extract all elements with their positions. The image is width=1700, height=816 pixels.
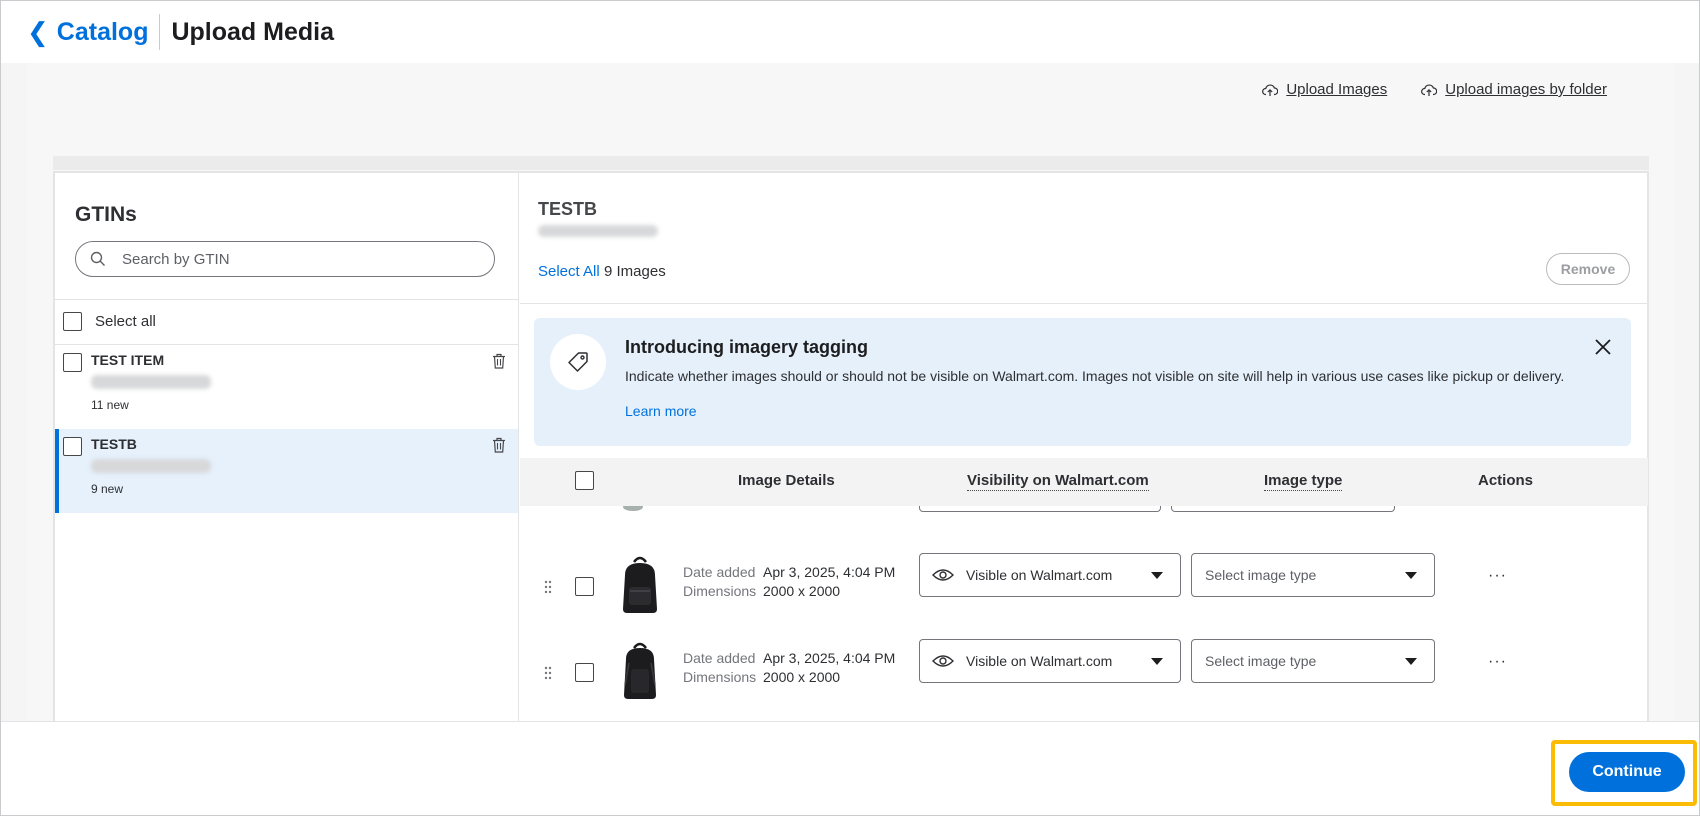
content-area: Upload Images Upload images by folder GT… <box>27 63 1675 733</box>
more-actions-icon[interactable]: ··· <box>1488 567 1508 584</box>
gtin-number-redacted <box>91 459 211 473</box>
image-count: 9 Images <box>604 263 666 280</box>
upload-media-page: ❮ Catalog Upload Media Upload Images Upl… <box>0 0 1700 816</box>
cloud-upload-icon <box>1421 83 1438 96</box>
banner-title: Introducing imagery tagging <box>625 337 869 357</box>
trash-icon[interactable] <box>492 353 506 369</box>
continue-button[interactable]: Continue <box>1569 752 1685 792</box>
gtin-item-name: TEST ITEM <box>91 352 165 368</box>
image-row: Date added Apr 3, 2025, 4:04 PM Dimensio… <box>520 553 1648 639</box>
select-all-images-link[interactable]: Select All <box>538 263 600 280</box>
divider <box>55 299 518 300</box>
backpack-thumbnail <box>624 642 656 699</box>
caret-down-icon <box>1405 571 1417 579</box>
date-added-label: Date added <box>683 650 756 666</box>
gtin-item[interactable]: TEST ITEM 11 new <box>55 345 518 429</box>
dimensions-label: Dimensions <box>683 669 757 685</box>
upload-actions: Upload Images Upload images by folder <box>1262 81 1607 98</box>
upload-folder-link[interactable]: Upload images by folder <box>1421 81 1607 98</box>
row-checkbox[interactable] <box>575 663 594 682</box>
upload-images-label: Upload Images <box>1286 81 1388 98</box>
visibility-dropdown[interactable]: Visible on Walmart.com <box>919 553 1181 597</box>
image-rows: Date added Apr 3, 2025, 4:04 PM Dimensio… <box>520 506 1648 733</box>
gtin-search-input[interactable] <box>122 250 462 268</box>
chevron-left-icon: ❮ <box>27 17 49 47</box>
gtin-item-checkbox[interactable] <box>63 353 82 372</box>
visibility-dropdown[interactable]: Visible on Walmart.com <box>919 639 1181 683</box>
page-title: Upload Media <box>171 17 334 46</box>
tag-icon <box>568 352 588 372</box>
date-added-label: Date added <box>683 564 756 580</box>
close-icon[interactable] <box>1593 337 1613 357</box>
item-title: TESTB <box>538 199 598 219</box>
dimensions-value: 2000 x 2000 <box>763 583 841 599</box>
drag-handle-icon[interactable] <box>543 666 553 680</box>
image-row: Date added Apr 3, 2025, 4:04 PM Dimensio… <box>520 639 1648 725</box>
dimensions-value: 2000 x 2000 <box>763 669 841 685</box>
back-label: Catalog <box>56 17 149 46</box>
main-area: Upload Images Upload images by folder GT… <box>1 63 1699 733</box>
select-all-label: Select all <box>95 313 156 330</box>
gtin-sidebar: GTINs Select all TEST ITEM <box>55 173 519 733</box>
upload-folder-label: Upload images by folder <box>1445 81 1607 98</box>
column-header-actions: Actions <box>1478 472 1534 489</box>
table-header: Image Details Visibility on Walmart.com … <box>520 458 1648 506</box>
column-header-image-details: Image Details <box>738 472 835 489</box>
gtin-item-name: TESTB <box>91 436 137 452</box>
date-added-value: Apr 3, 2025, 4:04 PM <box>763 564 896 580</box>
visibility-value: Visible on Walmart.com <box>966 653 1113 669</box>
header-divider <box>159 14 161 50</box>
image-type-dropdown[interactable]: Select image type <box>1191 553 1435 597</box>
partial-thumbnail <box>623 506 643 511</box>
caret-down-icon <box>1151 571 1163 579</box>
image-type-placeholder: Select image type <box>1205 653 1317 669</box>
image-type-placeholder: Select image type <box>1205 567 1317 583</box>
eye-icon <box>932 569 954 581</box>
partial-visibility-dropdown <box>919 506 1161 512</box>
banner-text: Indicate whether images should or should… <box>625 368 1565 384</box>
item-gtin-redacted <box>538 225 658 237</box>
gtin-item-selected[interactable]: TESTB 9 new <box>55 429 518 513</box>
trash-icon[interactable] <box>492 437 506 453</box>
gtin-search <box>75 241 495 277</box>
cloud-upload-icon <box>1262 83 1279 96</box>
page-footer: Continue <box>1 721 1699 815</box>
column-header-image-type[interactable]: Image type <box>1264 472 1343 491</box>
page-header: ❮ Catalog Upload Media <box>1 1 1699 63</box>
column-header-visibility[interactable]: Visibility on Walmart.com <box>967 472 1149 491</box>
gtin-number-redacted <box>91 375 211 389</box>
backpack-thumbnail <box>623 556 657 613</box>
image-panel: TESTB Select All 9 Images Remove Introdu… <box>520 173 1648 733</box>
gtin-item-checkbox[interactable] <box>63 437 82 456</box>
panel-top-strip <box>53 156 1649 170</box>
image-type-dropdown[interactable]: Select image type <box>1191 639 1435 683</box>
learn-more-link[interactable]: Learn more <box>625 403 697 419</box>
eye-icon <box>932 655 954 667</box>
divider <box>520 303 1648 304</box>
gtin-new-count: 11 new <box>91 398 129 412</box>
select-all-gtins[interactable]: Select all <box>63 312 156 331</box>
date-added-value: Apr 3, 2025, 4:04 PM <box>763 650 896 666</box>
gtin-title: GTINs <box>75 203 137 226</box>
gtin-new-count: 9 new <box>91 482 124 496</box>
media-panel: GTINs Select all TEST ITEM <box>53 171 1649 733</box>
more-actions-icon[interactable]: ··· <box>1488 653 1508 670</box>
dimensions-label: Dimensions <box>683 583 757 599</box>
partial-type-dropdown <box>1171 506 1395 512</box>
search-icon <box>90 251 105 266</box>
caret-down-icon <box>1151 657 1163 665</box>
banner-icon-circle <box>550 334 606 390</box>
remove-button[interactable]: Remove <box>1546 253 1630 285</box>
upload-images-link[interactable]: Upload Images <box>1262 81 1387 98</box>
select-all-rows-checkbox[interactable] <box>575 471 594 490</box>
visibility-value: Visible on Walmart.com <box>966 567 1113 583</box>
imagery-tagging-banner: Introducing imagery tagging Indicate whe… <box>534 318 1631 446</box>
back-to-catalog-link[interactable]: ❮ Catalog <box>27 18 148 47</box>
select-all-checkbox[interactable] <box>63 312 82 331</box>
caret-down-icon <box>1405 657 1417 665</box>
drag-handle-icon[interactable] <box>543 580 553 594</box>
row-checkbox[interactable] <box>575 577 594 596</box>
